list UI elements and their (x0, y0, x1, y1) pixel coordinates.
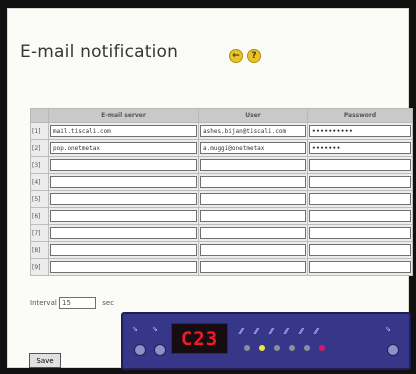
table-header-row: E-mail server User Password (30, 108, 413, 123)
password-input[interactable]: •••••••••• (309, 125, 411, 137)
email-server-input[interactable] (50, 261, 197, 273)
user-input[interactable] (200, 244, 306, 256)
table-row: [9] (30, 258, 413, 276)
row-index: [2] (30, 139, 49, 157)
help-icon[interactable]: ? (247, 49, 261, 63)
user-input[interactable] (200, 159, 306, 171)
device-slash-icon: ⁄⁄ (270, 327, 273, 336)
device-slash-icon: ⁄⁄ (255, 327, 258, 336)
device-led (289, 345, 295, 351)
device-led (244, 345, 250, 351)
password-input[interactable] (309, 227, 411, 239)
user-input[interactable]: ashes.bijan@tiscali.com (200, 125, 306, 137)
device-slash-icon: ⁄⁄ (300, 327, 303, 336)
interval-unit: sec (102, 299, 115, 307)
user-input[interactable] (200, 193, 306, 205)
row-index: [6] (30, 207, 49, 225)
save-button[interactable]: Save (29, 353, 61, 368)
row-index: [9] (30, 258, 49, 276)
user-input[interactable] (200, 261, 306, 273)
page-title: E-mail notification (20, 42, 179, 62)
table-header-index (30, 108, 49, 123)
password-input[interactable]: ••••••• (309, 142, 411, 154)
row-index: [3] (30, 156, 49, 174)
interval-row: Interval 15 sec (30, 297, 114, 309)
password-input[interactable] (309, 193, 411, 205)
device-knob[interactable] (387, 344, 399, 356)
row-index: [8] (30, 241, 49, 259)
password-input[interactable] (309, 176, 411, 188)
email-server-input[interactable] (50, 210, 197, 222)
email-server-table: E-mail server User Password [1] mail.tis… (30, 108, 413, 276)
email-notification-page: E-mail notification ← ? E-mail server Us… (7, 8, 413, 370)
table-header-password: Password (307, 108, 413, 123)
email-server-input[interactable] (50, 176, 197, 188)
table-row: [6] (30, 207, 413, 225)
row-index: [5] (30, 190, 49, 208)
email-server-input[interactable]: pop.onetmetax (50, 142, 197, 154)
password-input[interactable] (309, 261, 411, 273)
device-arrow-icon: ⇘ (385, 325, 391, 333)
device-led (259, 345, 265, 351)
back-icon[interactable]: ← (229, 49, 243, 63)
table-row: [5] (30, 190, 413, 208)
password-input[interactable] (309, 159, 411, 171)
table-row: [8] (30, 241, 413, 259)
user-input[interactable] (200, 176, 306, 188)
email-server-input[interactable]: mail.tiscali.com (50, 125, 197, 137)
control-panel-device: ⇘ ⇘ C23 ⁄⁄ ⁄⁄ ⁄⁄ ⁄⁄ ⁄⁄ ⁄⁄ ⇘ (121, 312, 411, 370)
table-row: [7] (30, 224, 413, 242)
user-input[interactable]: a.muggi@onetmetax (200, 142, 306, 154)
help-icons: ← ? (229, 49, 261, 63)
password-input[interactable] (309, 244, 411, 256)
device-knob[interactable] (154, 344, 166, 356)
device-led (304, 345, 310, 351)
user-input[interactable] (200, 227, 306, 239)
device-led (274, 345, 280, 351)
row-index: [4] (30, 173, 49, 191)
password-input[interactable] (309, 210, 411, 222)
device-knob[interactable] (134, 344, 146, 356)
table-row: [1] mail.tiscali.com ashes.bijan@tiscali… (30, 122, 413, 140)
email-server-input[interactable] (50, 193, 197, 205)
table-header-email-server: E-mail server (48, 108, 199, 123)
interval-input[interactable]: 15 (59, 297, 97, 309)
device-arrow-icon: ⇘ (152, 325, 158, 333)
row-index: [7] (30, 224, 49, 242)
table-row: [3] (30, 156, 413, 174)
email-server-input[interactable] (50, 244, 197, 256)
device-slash-icon: ⁄⁄ (240, 327, 243, 336)
device-arrow-icon: ⇘ (132, 325, 138, 333)
row-index: [1] (30, 122, 49, 140)
device-slash-icon: ⁄⁄ (315, 327, 318, 336)
device-slash-icon: ⁄⁄ (285, 327, 288, 336)
interval-label: Interval (30, 299, 57, 307)
table-row: [4] (30, 173, 413, 191)
device-led (319, 345, 325, 351)
email-server-input[interactable] (50, 159, 197, 171)
table-header-user: User (198, 108, 308, 123)
table-row: [2] pop.onetmetax a.muggi@onetmetax ••••… (30, 139, 413, 157)
device-display: C23 (171, 323, 228, 354)
email-server-input[interactable] (50, 227, 197, 239)
user-input[interactable] (200, 210, 306, 222)
